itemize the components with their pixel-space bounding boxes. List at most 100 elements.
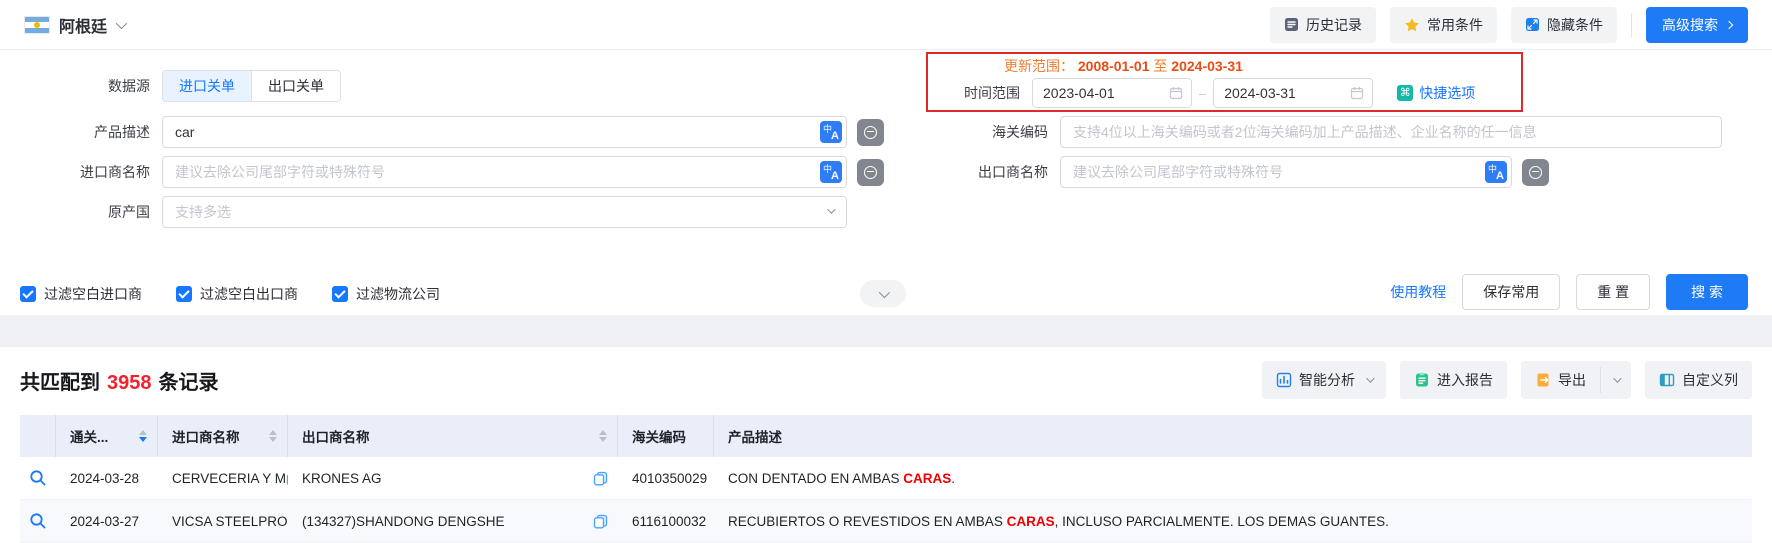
checkbox-filter-logistics[interactable]: 过滤物流公司 — [332, 284, 440, 304]
reset-button[interactable]: 重 置 — [1576, 274, 1651, 310]
translate-icon[interactable] — [1485, 161, 1507, 183]
translate-icon[interactable] — [820, 121, 842, 143]
export-label: 导出 — [1558, 372, 1586, 388]
checkbox-filter-blank-exporter[interactable]: 过滤空白出口商 — [176, 284, 298, 304]
history-button[interactable]: 历史记录 — [1270, 6, 1376, 43]
update-range-from: 2008-01-01 — [1077, 58, 1150, 74]
tab-import-declarations[interactable]: 进口关单 — [163, 71, 251, 101]
update-range-note: 更新范围： 2008-01-01 至 2024-03-31 — [1004, 56, 1521, 76]
sort-asc-icon — [599, 430, 607, 435]
exact-match-toggle[interactable] — [1522, 158, 1549, 186]
importer-field — [162, 156, 847, 188]
results-count: 3958 — [107, 371, 152, 394]
importer-input[interactable] — [162, 156, 847, 188]
cell-date: 2024-03-28 — [70, 470, 140, 486]
checkbox-filter-blank-importer[interactable]: 过滤空白进口商 — [20, 284, 142, 304]
tutorial-link[interactable]: 使用教程 — [1390, 282, 1446, 302]
product-desc-input[interactable] — [162, 116, 847, 148]
search-button[interactable]: 搜 索 — [1666, 274, 1748, 310]
enter-report-button[interactable]: 进入报告 — [1400, 361, 1507, 399]
column-label: 海关编码 — [632, 430, 686, 445]
calendar-icon — [1351, 87, 1364, 100]
enter-report-label: 进入报告 — [1437, 372, 1493, 388]
column-header-importer[interactable]: 进口商名称 — [158, 415, 288, 457]
column-header-product-desc: 产品描述 — [714, 415, 1752, 457]
date-to-input[interactable]: 2024-03-31 — [1213, 78, 1374, 108]
data-source-row: 数据源 进口关单 出口关单 — [20, 70, 341, 102]
export-button[interactable]: 导出 — [1521, 361, 1600, 399]
tab-export-declarations[interactable]: 出口关单 — [251, 71, 340, 101]
sort-control[interactable] — [599, 430, 607, 442]
hide-filters-button[interactable]: 隐藏条件 — [1511, 6, 1617, 43]
quick-options-label: 快捷选项 — [1419, 85, 1476, 101]
desc-highlight: CARAS — [903, 470, 952, 486]
row-detail-button[interactable] — [20, 512, 56, 530]
exporter-name: KRONES AG — [302, 470, 382, 486]
origin-country-select[interactable] — [162, 196, 847, 228]
history-label: 历史记录 — [1306, 16, 1362, 33]
clipboard-icon — [1416, 372, 1428, 387]
copy-button[interactable] — [593, 514, 608, 529]
smart-analysis-button[interactable]: 智能分析 — [1262, 361, 1386, 399]
column-header-hs-code: 海关编码 — [618, 415, 714, 457]
desc-text: CON DENTADO EN AMBAS — [728, 470, 904, 486]
checkbox-checked-icon — [20, 286, 36, 302]
results-toolbar: 智能分析 进入报告 导出 自定义列 — [1262, 361, 1752, 399]
row-detail-button[interactable] — [20, 469, 56, 487]
cell-exporter: (134327)SHANDONG DENGSHE — [288, 514, 618, 529]
origin-country-field — [162, 196, 847, 228]
quick-options-link[interactable]: ⌘ 快捷选项 — [1397, 83, 1475, 103]
summary-prefix: 共匹配到 — [20, 371, 100, 394]
hs-code-field — [1060, 116, 1722, 148]
importer-name: VICSA STEELPRO — [172, 513, 288, 529]
magnifier-icon — [30, 513, 46, 529]
cell-importer: VICSA STEELPRO — [158, 514, 288, 529]
update-range-label: 更新范围： — [1004, 58, 1074, 74]
advanced-search-button[interactable]: 高级搜索 — [1646, 6, 1748, 43]
save-common-button[interactable]: 保存常用 — [1462, 274, 1561, 310]
export-options-button[interactable] — [1601, 361, 1631, 399]
favorites-button[interactable]: 常用条件 — [1390, 6, 1497, 43]
export-split-button: 导出 — [1521, 361, 1631, 399]
hs-code-input[interactable] — [1060, 116, 1722, 148]
exporter-input[interactable] — [1060, 156, 1512, 188]
hs-code-row: 海关编码 — [898, 116, 1722, 148]
importer-name: CERVECERIA Y M — [172, 470, 287, 486]
sort-desc-icon — [139, 437, 147, 442]
update-range-to-word: 至 — [1153, 58, 1168, 74]
column-label: 产品描述 — [728, 430, 782, 445]
chevron-down-icon — [115, 17, 128, 29]
chevron-down-icon — [878, 286, 891, 298]
column-header-date[interactable]: 通关... — [56, 415, 158, 457]
country-selector[interactable]: 阿根廷 — [24, 13, 128, 37]
custom-columns-button[interactable]: 自定义列 — [1645, 361, 1752, 399]
form-actions: 使用教程 保存常用 重 置 搜 索 — [1390, 274, 1748, 310]
checkbox-label: 过滤空白进口商 — [44, 286, 142, 302]
sort-control[interactable] — [139, 430, 147, 442]
column-label: 进口商名称 — [172, 430, 240, 445]
importer-label: 进口商名称 — [80, 164, 150, 180]
exporter-name: (134327)SHANDONG DENGSHE — [302, 513, 505, 529]
results-table: 通关... 进口商名称 出口商名称 海关编码 产品描述 2024-03-28 C… — [20, 415, 1752, 543]
sort-control[interactable] — [269, 430, 277, 442]
time-range-row: 时间范围 2023-04-01 – 2024-03-31 ⌘ 快捷选项 — [964, 77, 1521, 109]
date-from-value: 2023-04-01 — [1043, 85, 1115, 101]
custom-columns-label: 自定义列 — [1682, 372, 1738, 388]
date-from-input[interactable]: 2023-04-01 — [1032, 78, 1192, 108]
exact-match-toggle[interactable] — [857, 118, 884, 146]
column-label: 出口商名称 — [302, 430, 370, 445]
history-icon — [1285, 18, 1298, 31]
circle-equal-icon — [1529, 165, 1542, 179]
exact-match-toggle[interactable] — [857, 158, 884, 186]
sort-desc-icon — [599, 437, 607, 442]
copy-icon — [593, 471, 608, 485]
copy-button[interactable] — [593, 471, 608, 486]
column-header-exporter[interactable]: 出口商名称 — [288, 415, 618, 457]
favorites-label: 常用条件 — [1427, 16, 1483, 33]
table-columns-icon — [1659, 373, 1675, 387]
country-name: 阿根廷 — [59, 18, 108, 36]
cell-hs-code: 6116100032 — [632, 513, 707, 529]
hide-filters-label: 隐藏条件 — [1547, 16, 1603, 33]
collapse-form-button[interactable] — [860, 280, 906, 307]
translate-icon[interactable] — [820, 161, 842, 183]
